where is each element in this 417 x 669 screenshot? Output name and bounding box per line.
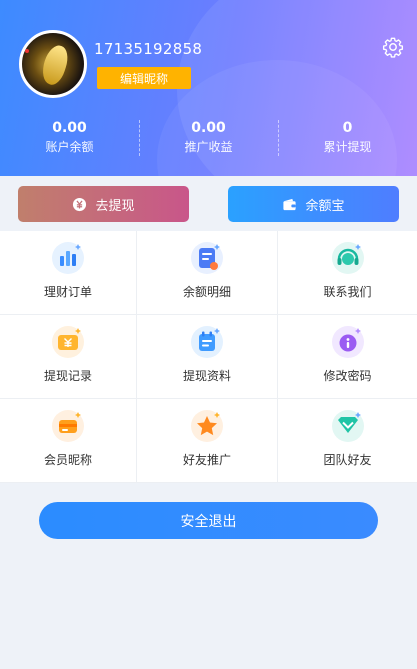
menu-label: 会员昵称 (43, 453, 92, 467)
logout-button[interactable]: 安全退出 (39, 502, 378, 539)
stat-label: 累计提现 (323, 140, 372, 154)
gear-icon[interactable] (382, 36, 404, 58)
menu-item-withdraw-records[interactable]: 提现记录 (0, 315, 137, 399)
menu-label: 修改密码 (323, 369, 372, 383)
stat-label: 账户余额 (45, 140, 94, 154)
stat-total-withdrawn[interactable]: 0 累计提现 (278, 118, 417, 160)
menu-label: 好友推广 (182, 453, 231, 467)
menu-item-member-nickname[interactable]: 会员昵称 (0, 399, 137, 483)
menu-item-contact-us[interactable]: 联系我们 (278, 231, 417, 315)
account-stats: 0.00 账户余额 0.00 推广收益 0 累计提现 (0, 118, 417, 160)
menu-label: 联系我们 (323, 285, 372, 299)
menu-label: 团队好友 (323, 453, 372, 467)
menu-item-team-friends[interactable]: 团队好友 (278, 399, 417, 483)
avatar[interactable] (19, 30, 87, 98)
menu-label: 余额明细 (182, 285, 231, 299)
withdraw-button[interactable]: 去提现 (18, 186, 189, 222)
menu-item-investment-orders[interactable]: 理财订单 (0, 231, 137, 315)
stat-value: 0.00 (191, 120, 226, 136)
calendar-icon (191, 326, 223, 358)
star-icon (191, 410, 223, 442)
stat-value: 0 (342, 120, 353, 136)
headset-icon (331, 242, 364, 274)
bar-chart-icon (52, 242, 84, 274)
wallet-icon (283, 198, 297, 210)
menu-label: 提现记录 (43, 369, 92, 383)
menu-label: 提现资料 (182, 369, 231, 383)
yuan-ticket-icon (52, 326, 84, 358)
quick-actions: 去提现 余额宝 (0, 177, 417, 229)
info-icon (331, 326, 364, 358)
yeb-label: 余额宝 (305, 198, 345, 214)
menu-item-change-password[interactable]: 修改密码 (278, 315, 417, 399)
yeb-button[interactable]: 余额宝 (228, 186, 399, 222)
menu-item-withdraw-info[interactable]: 提现资料 (137, 315, 278, 399)
stat-balance[interactable]: 0.00 账户余额 (0, 118, 139, 160)
stat-label: 推广收益 (184, 140, 233, 154)
withdraw-label: 去提现 (95, 198, 135, 214)
edit-nickname-button[interactable]: 编辑昵称 (97, 67, 191, 89)
menu-item-balance-details[interactable]: 余额明细 (137, 231, 278, 315)
menu-label: 理财订单 (43, 285, 92, 299)
shield-check-icon (331, 410, 364, 442)
stat-value: 0.00 (52, 120, 87, 136)
document-icon (191, 242, 223, 274)
member-card-icon (52, 410, 84, 442)
menu-grid: 理财订单 余额明细 联系我们 提现记录 提现资料 修改密码 会员昵称 好友推广 … (0, 231, 417, 483)
menu-item-friend-promotion[interactable]: 好友推广 (137, 399, 278, 483)
profile-header: 17135192858 编辑昵称 0.00 账户余额 0.00 推广收益 0 累… (0, 0, 417, 176)
yuan-coin-icon (73, 197, 87, 211)
stat-promotion-earnings[interactable]: 0.00 推广收益 (139, 118, 278, 160)
phone-number: 17135192858 (94, 40, 203, 58)
